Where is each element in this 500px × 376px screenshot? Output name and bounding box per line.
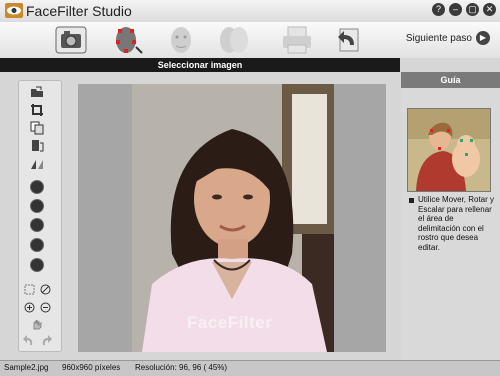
guide-header: Guía: [401, 72, 500, 88]
hand-tool-icon[interactable]: [31, 318, 43, 330]
app-title: FaceFilter Studio: [26, 3, 132, 19]
crop-icon[interactable]: [30, 103, 44, 117]
status-image-size: 960x960 píxeles: [62, 363, 121, 372]
reset-icon[interactable]: [40, 284, 51, 295]
back-step-icon[interactable]: [330, 23, 368, 57]
flip-icon[interactable]: [30, 139, 44, 153]
copy-icon[interactable]: [30, 121, 44, 135]
status-resolution: Resolución: 96, 96 ( 45%): [135, 363, 228, 372]
tool-round-5-icon[interactable]: [30, 258, 44, 272]
section-header: Seleccionar imagen: [0, 58, 400, 72]
portrait-photo[interactable]: [132, 84, 334, 352]
face-detect-step-icon[interactable]: [108, 23, 146, 57]
guide-title: Guía: [440, 75, 461, 85]
eye-logo-icon: [5, 3, 23, 18]
open-file-icon[interactable]: [30, 85, 44, 99]
open-photo-step-icon[interactable]: [52, 23, 90, 57]
help-button[interactable]: ?: [432, 3, 445, 16]
header-spacer: [400, 58, 500, 72]
guide-painting-image: [407, 108, 491, 192]
redo-icon[interactable]: [40, 334, 53, 347]
maximize-button[interactable]: ▢: [466, 3, 479, 16]
tool-round-2-icon[interactable]: [30, 199, 44, 213]
guide-text: Utilice Mover, Rotar y Escalar para rell…: [418, 195, 495, 252]
zoom-out-icon[interactable]: [40, 302, 51, 313]
minimize-button[interactable]: –: [449, 3, 462, 16]
section-title: Seleccionar imagen: [157, 60, 243, 70]
print-step-icon[interactable]: [278, 23, 316, 57]
face-compare-step-icon[interactable]: [215, 23, 253, 57]
tool-round-3-icon[interactable]: [30, 218, 44, 232]
status-file-name: Sample2.jpg: [4, 363, 49, 372]
guide-bullet-icon: [409, 198, 414, 203]
next-step-label[interactable]: Siguiente paso: [406, 33, 472, 44]
next-step-button[interactable]: ▶: [476, 31, 490, 45]
face-adjust-step-icon[interactable]: [162, 23, 200, 57]
zoom-in-icon[interactable]: [24, 302, 35, 313]
watermark-text: FaceFilter: [187, 313, 273, 332]
fit-screen-icon[interactable]: [24, 284, 35, 295]
mirror-icon[interactable]: [30, 157, 44, 171]
tool-round-1-icon[interactable]: [30, 180, 44, 194]
close-button[interactable]: ✕: [483, 3, 496, 16]
undo-icon[interactable]: [22, 334, 35, 347]
tool-round-4-icon[interactable]: [30, 238, 44, 252]
